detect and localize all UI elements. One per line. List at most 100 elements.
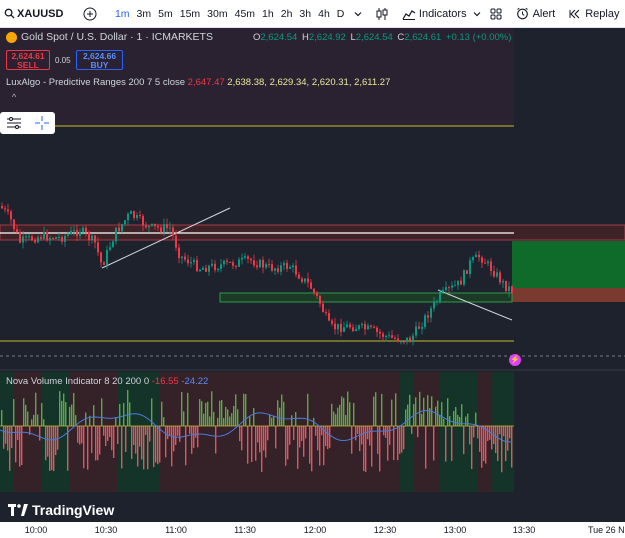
volume-bar-down xyxy=(79,426,81,445)
interval-1m[interactable]: 1m xyxy=(111,8,133,20)
candle-body xyxy=(178,247,180,259)
interval-3m[interactable]: 3m xyxy=(133,8,155,20)
candle-body xyxy=(142,216,144,226)
volume-bar-up xyxy=(229,416,231,426)
candle-body xyxy=(487,261,489,264)
range-value-2: 2,638.38 xyxy=(227,77,265,88)
alert-button[interactable]: Alert xyxy=(513,0,559,28)
templates-button[interactable] xyxy=(487,0,505,28)
volume-bar-up xyxy=(63,393,65,426)
candle-body xyxy=(442,289,444,292)
range-value-5: 2,611.27 xyxy=(354,77,391,88)
chart-type-button[interactable] xyxy=(373,0,391,28)
open-value: 2,624.54 xyxy=(260,31,298,43)
volume-bar-down xyxy=(197,426,199,448)
interval-5m[interactable]: 5m xyxy=(155,8,177,20)
candle-body xyxy=(322,303,324,313)
interval-4h[interactable]: 4h xyxy=(315,8,334,20)
lightning-icon[interactable]: ⚡ xyxy=(509,354,521,366)
candle-body xyxy=(115,227,117,242)
volume-bar-down xyxy=(157,426,159,465)
volume-bar-up xyxy=(353,402,355,426)
interval-2h[interactable]: 2h xyxy=(277,8,296,20)
volume-bar-up xyxy=(13,399,15,426)
time-axis[interactable]: 10:00 10:30 11:00 11:30 12:00 12:30 13:00 13:30… xyxy=(0,522,625,538)
chart-area[interactable]: Gold Spot / U.S. Dollar · 1 · ICMARKETS … xyxy=(0,28,625,538)
candle-body xyxy=(16,229,18,233)
volume-bar-up xyxy=(207,401,209,426)
volume-bar-down xyxy=(133,426,135,446)
price-chart-canvas[interactable] xyxy=(0,28,625,522)
candle-body xyxy=(457,280,459,286)
volume-bar-down xyxy=(193,426,195,448)
volume-bar-down xyxy=(451,426,453,461)
candle-body xyxy=(274,268,276,271)
volume-bar-up xyxy=(35,392,37,426)
candle-body xyxy=(298,274,300,279)
interval-d[interactable]: D xyxy=(333,8,348,20)
symbol-search[interactable]: XAUUSD xyxy=(0,0,66,28)
sell-button[interactable]: 2,624.61 SELL xyxy=(6,50,50,70)
volume-bar-up xyxy=(461,404,463,426)
volume-bar-down xyxy=(507,426,509,451)
candle-body xyxy=(268,264,270,266)
interval-dropdown[interactable] xyxy=(351,0,365,28)
nova-volume-legend[interactable]: Nova Volume Indicator 8 20 200 0 -16.55 … xyxy=(6,376,208,387)
candle-body xyxy=(493,271,495,277)
close-value: 2,624.61 xyxy=(404,31,442,43)
settings-lines-icon[interactable] xyxy=(5,116,23,130)
candle-body xyxy=(202,267,204,270)
volume-bar-down xyxy=(401,426,403,453)
volume-bar-up xyxy=(349,402,351,426)
crosshair-icon[interactable] xyxy=(34,115,50,131)
volume-bar-up xyxy=(235,394,237,426)
candle-body xyxy=(334,323,336,330)
volume-bar-down xyxy=(389,426,391,445)
candle-body xyxy=(244,256,246,258)
candle-body xyxy=(172,227,174,236)
interval-3h[interactable]: 3h xyxy=(296,8,315,20)
candle-body xyxy=(223,260,225,265)
compare-symbol-button[interactable] xyxy=(80,0,100,28)
buy-button[interactable]: 2,624.66 BUY xyxy=(76,50,123,70)
indicators-dropdown[interactable] xyxy=(470,0,484,28)
volume-bar-up xyxy=(295,412,297,426)
candle-body xyxy=(253,260,255,266)
volume-bar-down xyxy=(385,426,387,438)
interval-30m[interactable]: 30m xyxy=(204,8,231,20)
tradingview-logo[interactable]: TradingView xyxy=(8,502,114,518)
volume-bar-down xyxy=(3,426,5,449)
candle-body xyxy=(25,236,27,238)
interval-15m[interactable]: 15m xyxy=(176,8,203,20)
nova-value-2: -24.22 xyxy=(181,376,209,387)
candle-body xyxy=(265,264,267,268)
candle-body xyxy=(46,232,48,241)
candle-body xyxy=(52,238,54,240)
volume-bar-down xyxy=(83,426,85,469)
interval-45m[interactable]: 45m xyxy=(231,8,258,20)
interval-1h[interactable]: 1h xyxy=(259,8,278,20)
candle-body xyxy=(361,323,363,326)
indicators-button[interactable]: Indicators xyxy=(399,0,470,28)
predictive-ranges-legend[interactable]: LuxAlgo - Predictive Ranges 200 7 5 clos… xyxy=(6,77,390,88)
volume-bar-up xyxy=(245,394,247,426)
candle-body xyxy=(466,270,468,274)
collapse-legend-icon[interactable]: ^ xyxy=(12,92,16,102)
candle-body xyxy=(205,267,207,272)
candle-body xyxy=(364,323,366,330)
replay-button[interactable]: Replay xyxy=(566,0,622,28)
volume-bar-down xyxy=(45,426,47,461)
volume-bar-down xyxy=(131,426,133,460)
volume-bar-up xyxy=(459,416,461,426)
candle-body xyxy=(436,301,438,303)
volume-bar-down xyxy=(301,426,303,441)
candle-body xyxy=(388,335,390,337)
volume-bar-down xyxy=(143,426,145,470)
volume-bar-down xyxy=(153,426,155,468)
volume-bar-down xyxy=(247,426,249,464)
volume-bar-up xyxy=(343,397,345,426)
volume-bar-up xyxy=(373,396,375,426)
candle-body xyxy=(397,338,399,342)
volume-bar-up xyxy=(405,409,407,426)
candle-body xyxy=(403,341,405,343)
